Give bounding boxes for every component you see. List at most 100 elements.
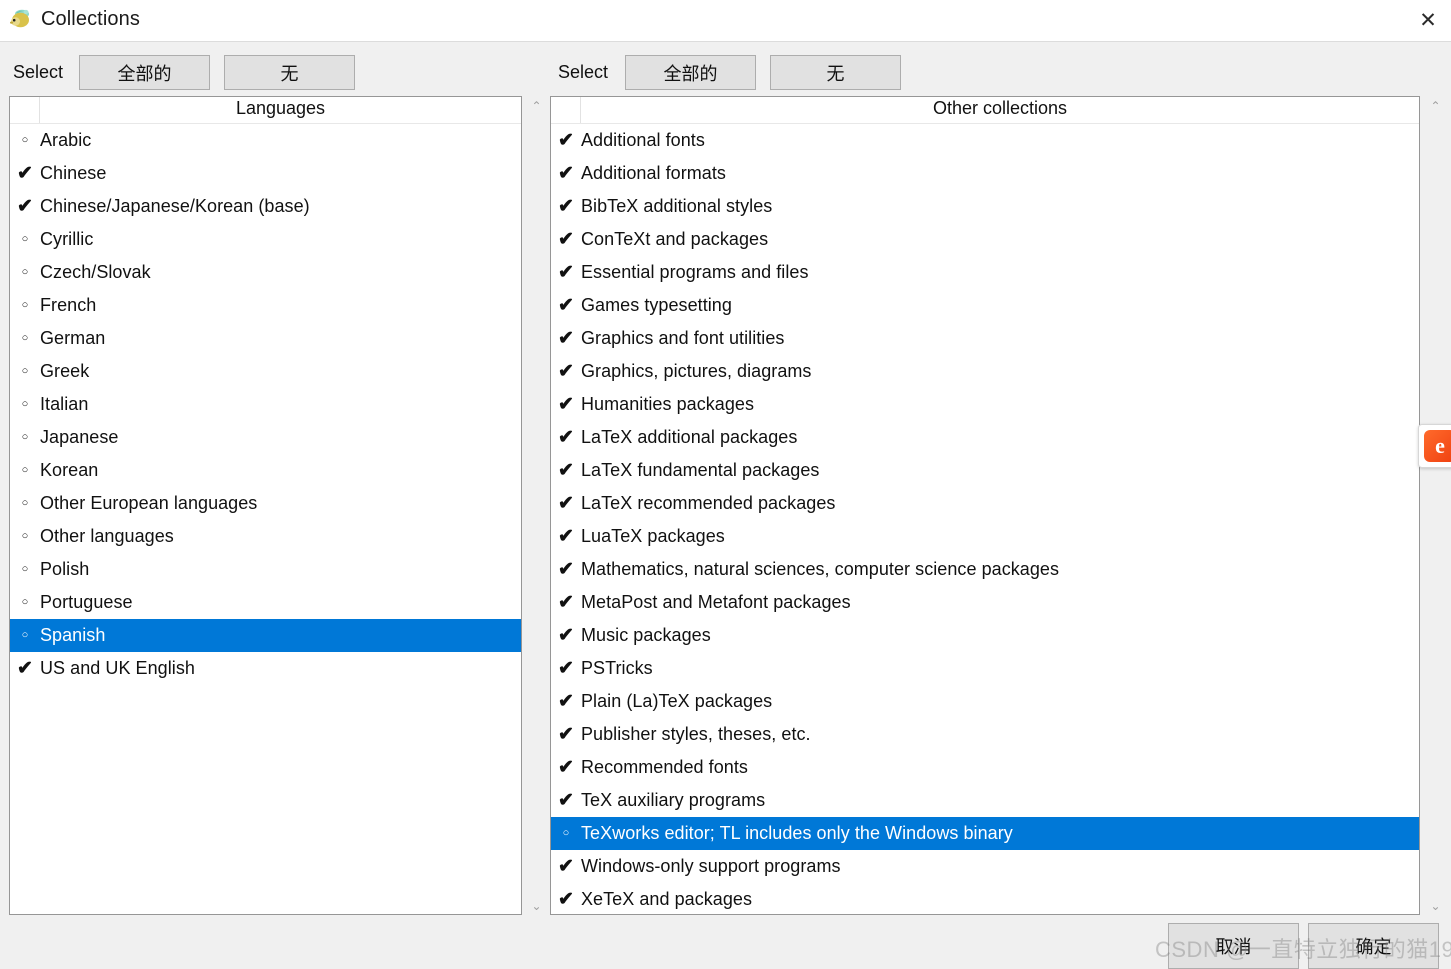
language-item-row[interactable]: ○ Italian <box>10 388 521 421</box>
check-icon[interactable]: ✔ <box>551 725 581 744</box>
select-none-other-collections-button[interactable]: 无 <box>770 55 901 90</box>
collection-item-row[interactable]: ✔ BibTeX additional styles <box>551 190 1419 223</box>
collection-item-row[interactable]: ✔ Graphics, pictures, diagrams <box>551 355 1419 388</box>
check-icon[interactable]: ✔ <box>551 263 581 282</box>
check-icon[interactable]: ✔ <box>551 197 581 216</box>
check-icon[interactable]: ✔ <box>551 857 581 876</box>
select-none-languages-button[interactable]: 无 <box>224 55 355 90</box>
languages-list[interactable]: Languages ○ Arabic ✔ Chinese ✔ Chinese/Japane… <box>9 96 522 915</box>
languages-scrollbar[interactable]: ⌃ ⌄ <box>527 96 546 915</box>
collection-item-row[interactable]: ✔ Publisher styles, theses, etc. <box>551 718 1419 751</box>
select-all-languages-button[interactable]: 全部的 <box>79 55 210 90</box>
check-icon[interactable]: ✔ <box>10 197 40 216</box>
check-icon[interactable]: ✔ <box>551 659 581 678</box>
check-icon[interactable]: ✔ <box>551 395 581 414</box>
circle-icon[interactable]: ○ <box>10 531 40 542</box>
cancel-button[interactable]: 取消 <box>1168 923 1299 969</box>
language-item-row[interactable]: ○ Polish <box>10 553 521 586</box>
circle-icon[interactable]: ○ <box>10 465 40 476</box>
check-icon[interactable]: ✔ <box>551 461 581 480</box>
check-icon[interactable]: ✔ <box>10 164 40 183</box>
collection-item-row[interactable]: ✔ LaTeX fundamental packages <box>551 454 1419 487</box>
check-icon[interactable]: ✔ <box>551 758 581 777</box>
other-collections-scrollbar[interactable]: ⌃ ⌄ <box>1426 96 1445 915</box>
language-item-row[interactable]: ○ Cyrillic <box>10 223 521 256</box>
circle-icon[interactable]: ○ <box>10 498 40 509</box>
circle-icon[interactable]: ○ <box>10 630 40 641</box>
collection-item-row[interactable]: ✔ Graphics and font utilities <box>551 322 1419 355</box>
collection-item-row[interactable]: ✔ TeX auxiliary programs <box>551 784 1419 817</box>
check-icon[interactable]: ✔ <box>551 164 581 183</box>
collection-item-row[interactable]: ✔ Games typesetting <box>551 289 1419 322</box>
language-item-row[interactable]: ✔ US and UK English <box>10 652 521 685</box>
scroll-up-icon[interactable]: ⌃ <box>1426 96 1445 115</box>
scroll-up-icon[interactable]: ⌃ <box>527 96 546 115</box>
collection-item-row[interactable]: ✔ XeTeX and packages <box>551 883 1419 914</box>
check-icon[interactable]: ✔ <box>10 659 40 678</box>
check-icon[interactable]: ✔ <box>551 791 581 810</box>
language-item-row[interactable]: ✔ Chinese/Japanese/Korean (base) <box>10 190 521 223</box>
collection-item-row[interactable]: ✔ Additional fonts <box>551 124 1419 157</box>
language-item-row[interactable]: ○ Spanish <box>10 619 521 652</box>
check-icon[interactable]: ✔ <box>551 296 581 315</box>
language-item-row[interactable]: ○ Greek <box>10 355 521 388</box>
collection-item-row[interactable]: ✔ LuaTeX packages <box>551 520 1419 553</box>
language-item-row[interactable]: ○ Korean <box>10 454 521 487</box>
collection-item-row[interactable]: ✔ Essential programs and files <box>551 256 1419 289</box>
collection-item-row[interactable]: ✔ Additional formats <box>551 157 1419 190</box>
circle-icon[interactable]: ○ <box>10 300 40 311</box>
language-item-row[interactable]: ○ Portuguese <box>10 586 521 619</box>
ok-button[interactable]: 确定 <box>1308 923 1439 969</box>
check-icon[interactable]: ✔ <box>551 494 581 513</box>
language-item-row[interactable]: ○ Other European languages <box>10 487 521 520</box>
check-icon[interactable]: ✔ <box>551 329 581 348</box>
language-item-row[interactable]: ○ German <box>10 322 521 355</box>
collection-item-row[interactable]: ✔ PSTricks <box>551 652 1419 685</box>
scroll-down-icon[interactable]: ⌄ <box>527 896 546 915</box>
check-icon[interactable]: ✔ <box>551 362 581 381</box>
language-item-row[interactable]: ○ Arabic <box>10 124 521 157</box>
circle-icon[interactable]: ○ <box>10 564 40 575</box>
collection-item-row[interactable]: ✔ Music packages <box>551 619 1419 652</box>
collection-item-row[interactable]: ✔ LaTeX recommended packages <box>551 487 1419 520</box>
language-item-row[interactable]: ○ Japanese <box>10 421 521 454</box>
close-icon[interactable]: ✕ <box>1405 0 1451 40</box>
circle-icon[interactable]: ○ <box>10 399 40 410</box>
check-icon[interactable]: ✔ <box>551 527 581 546</box>
collection-item-row[interactable]: ✔ Mathematics, natural sciences, computer… <box>551 553 1419 586</box>
language-item-row[interactable]: ○ Other languages <box>10 520 521 553</box>
check-icon[interactable]: ✔ <box>551 560 581 579</box>
circle-icon[interactable]: ○ <box>10 597 40 608</box>
collection-item-row[interactable]: ✔ ConTeXt and packages <box>551 223 1419 256</box>
collection-item-row[interactable]: ✔ Humanities packages <box>551 388 1419 421</box>
other-collections-list[interactable]: Other collections ✔ Additional fonts ✔ Addi… <box>550 96 1420 915</box>
language-item-row[interactable]: ✔ Chinese <box>10 157 521 190</box>
collection-item-row[interactable]: ✔ MetaPost and Metafont packages <box>551 586 1419 619</box>
circle-icon[interactable]: ○ <box>10 135 40 146</box>
circle-icon[interactable]: ○ <box>10 234 40 245</box>
language-item-row[interactable]: ○ Czech/Slovak <box>10 256 521 289</box>
circle-icon[interactable]: ○ <box>10 366 40 377</box>
circle-icon[interactable]: ○ <box>10 333 40 344</box>
circle-icon[interactable]: ○ <box>10 267 40 278</box>
floating-app-icon[interactable]: e <box>1418 424 1451 468</box>
collection-item-row[interactable]: ✔ Plain (La)TeX packages <box>551 685 1419 718</box>
circle-icon[interactable]: ○ <box>10 432 40 443</box>
check-icon[interactable]: ✔ <box>551 593 581 612</box>
check-icon[interactable]: ✔ <box>551 692 581 711</box>
check-icon[interactable]: ✔ <box>551 890 581 909</box>
check-icon[interactable]: ✔ <box>551 131 581 150</box>
scroll-down-icon[interactable]: ⌄ <box>1426 896 1445 915</box>
check-icon[interactable]: ✔ <box>551 428 581 447</box>
language-item-label: German <box>40 328 106 348</box>
check-icon[interactable]: ✔ <box>551 230 581 249</box>
collection-item-row[interactable]: ○ TeXworks editor; TL includes only the W… <box>551 817 1419 850</box>
select-all-other-collections-button[interactable]: 全部的 <box>625 55 756 90</box>
language-item-row[interactable]: ○ French <box>10 289 521 322</box>
collection-item-row[interactable]: ✔ Recommended fonts <box>551 751 1419 784</box>
circle-icon[interactable]: ○ <box>551 828 581 839</box>
language-item-label: Arabic <box>40 130 92 150</box>
check-icon[interactable]: ✔ <box>551 626 581 645</box>
collection-item-row[interactable]: ✔ LaTeX additional packages <box>551 421 1419 454</box>
collection-item-row[interactable]: ✔ Windows-only support programs <box>551 850 1419 883</box>
